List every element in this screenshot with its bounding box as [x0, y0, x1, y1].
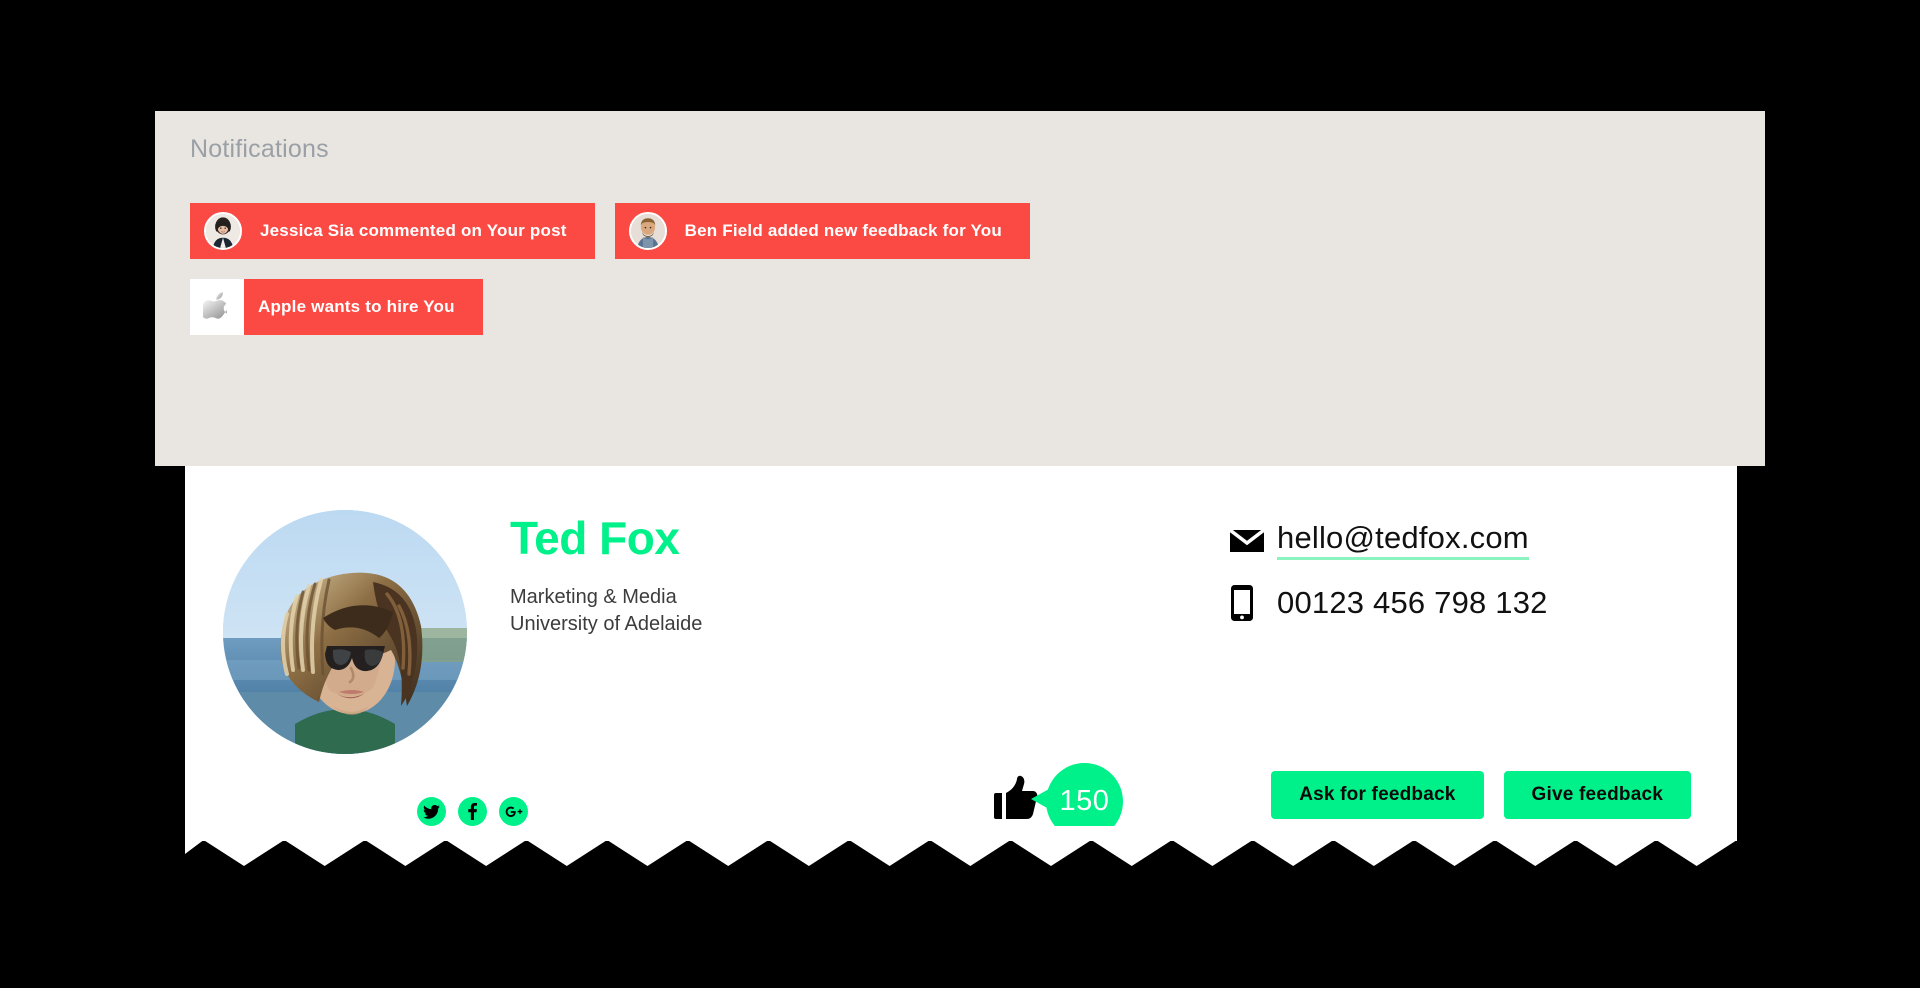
- phone-number: 00123 456 798 132: [1277, 585, 1548, 620]
- give-feedback-button[interactable]: Give feedback: [1503, 771, 1691, 819]
- notification-text: Ben Field added new feedback for You: [684, 221, 1002, 240]
- google-plus-icon[interactable]: [499, 797, 528, 826]
- notifications-panel: Notifications Jessica Sia commented on Y…: [155, 111, 1765, 466]
- envelope-icon: [1229, 528, 1277, 554]
- ask-for-feedback-button[interactable]: Ask for feedback: [1271, 771, 1484, 819]
- profile-photo: [223, 510, 467, 754]
- contact-block: hello@tedfox.com 00123 456 798 132: [1229, 510, 1659, 634]
- contact-row-phone[interactable]: 00123 456 798 132: [1229, 572, 1659, 634]
- woman-avatar: [204, 212, 242, 250]
- notification-item-jessica-sia[interactable]: Jessica Sia commented on Your post: [190, 203, 595, 259]
- man-avatar: [628, 212, 667, 250]
- likes-count: 150: [1059, 784, 1110, 817]
- email-link[interactable]: hello@tedfox.com: [1277, 522, 1529, 560]
- profile-role: Marketing & Media: [510, 586, 677, 609]
- notifications-list: Jessica Sia commented on Your post Ben F…: [190, 203, 1730, 355]
- twitter-icon[interactable]: [417, 797, 446, 826]
- card-zigzag-edge: [185, 826, 1737, 866]
- notification-row: Jessica Sia commented on Your post Ben F…: [190, 203, 1730, 259]
- profile-card: Ted Fox Marketing & Media University of …: [185, 466, 1737, 841]
- profile-organisation: University of Adelaide: [510, 612, 703, 635]
- mobile-phone-icon: [1229, 584, 1277, 622]
- notifications-title: Notifications: [190, 135, 329, 163]
- notification-row: Apple wants to hire You: [190, 279, 1730, 335]
- page-root: Notifications Jessica Sia commented on Y…: [0, 0, 1920, 988]
- facebook-icon[interactable]: [458, 797, 487, 826]
- social-links: [417, 797, 528, 826]
- notification-text: Jessica Sia commented on Your post: [260, 221, 567, 240]
- profile-identity: Ted Fox Marketing & Media University of …: [510, 514, 702, 637]
- notification-pill-apple[interactable]: Apple wants to hire You: [244, 279, 483, 335]
- page-title: Ted Fox: [510, 512, 680, 564]
- notification-text: Apple wants to hire You: [258, 297, 455, 316]
- action-buttons: Ask for feedback Give feedback: [1271, 771, 1691, 819]
- contact-row-email[interactable]: hello@tedfox.com: [1229, 510, 1659, 572]
- notification-item-apple[interactable]: Apple wants to hire You: [190, 279, 483, 335]
- apple-logo-icon: [190, 279, 244, 335]
- notification-item-ben-field[interactable]: Ben Field added new feedback for You: [614, 203, 1030, 259]
